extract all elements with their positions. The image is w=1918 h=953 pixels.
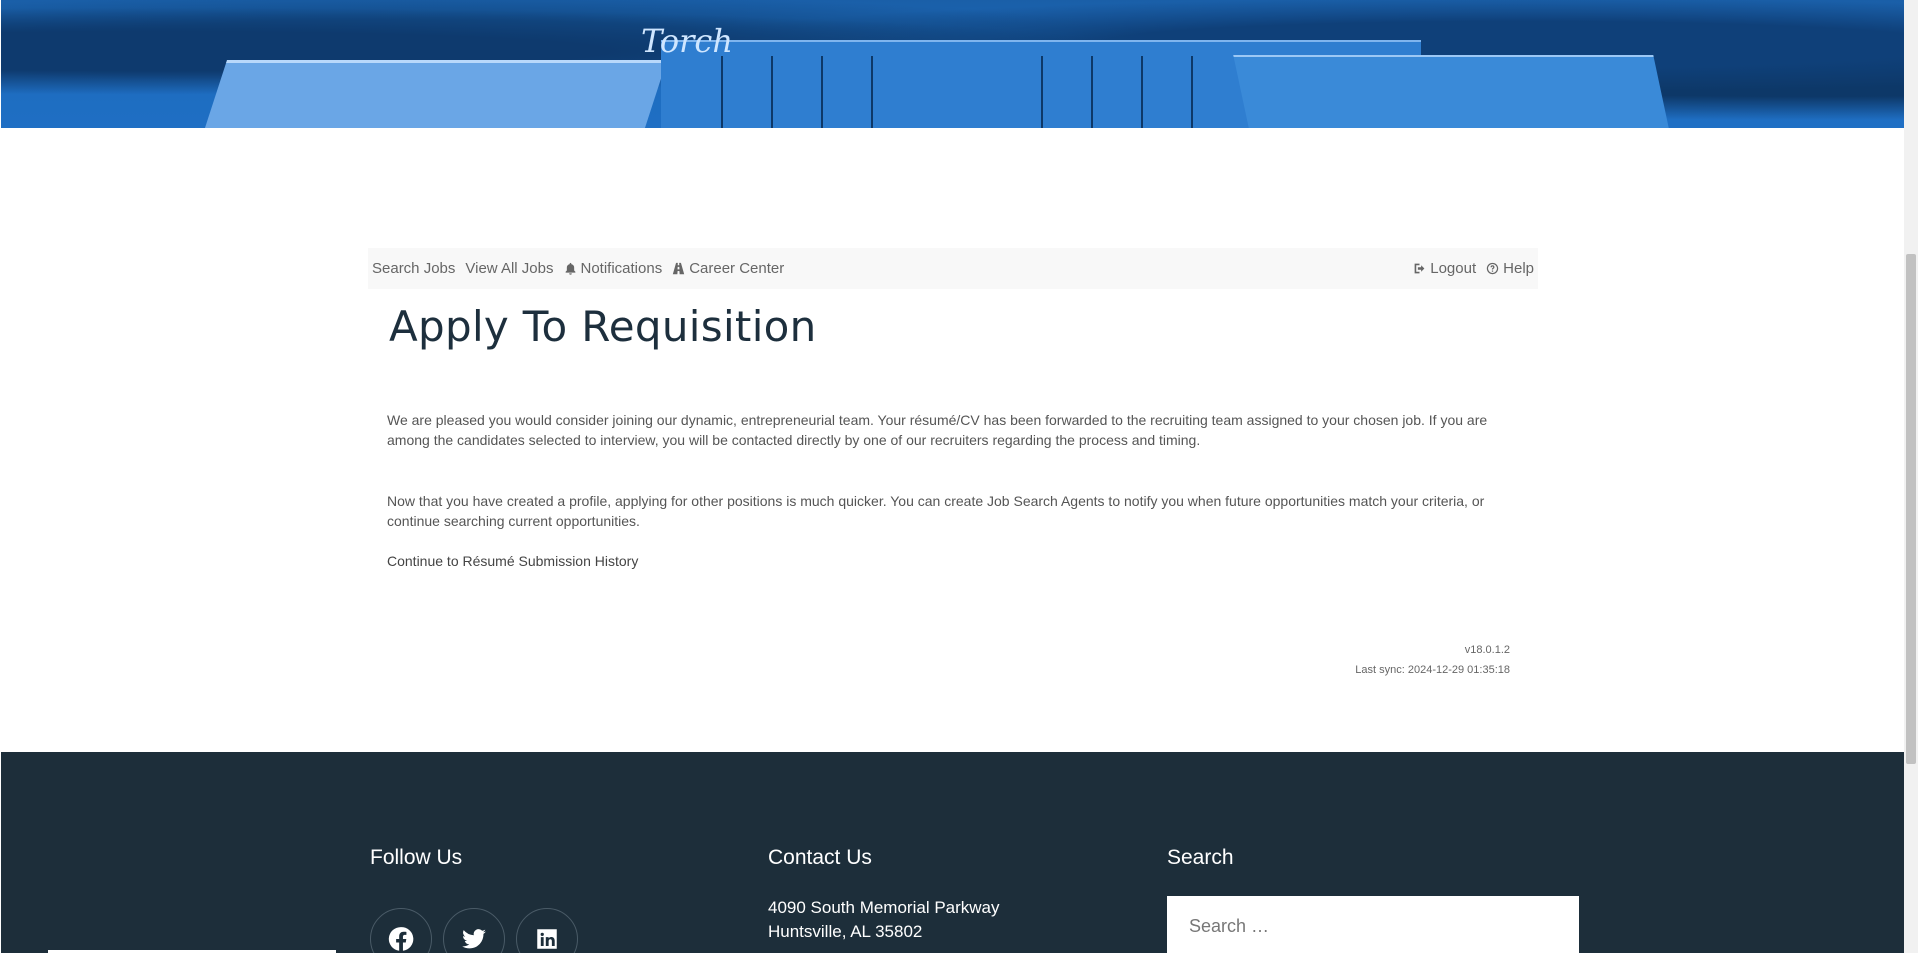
navbar-right: Logout Help <box>1413 260 1534 277</box>
contact-address: 4090 South Memorial Parkway Huntsville, … <box>768 896 1000 944</box>
question-circle-icon <box>1486 262 1499 275</box>
linkedin-icon <box>537 929 557 949</box>
nav-notifications[interactable]: Notifications <box>564 260 663 277</box>
page-title: Apply To Requisition <box>389 302 817 351</box>
nav-logout[interactable]: Logout <box>1413 260 1476 277</box>
version-info: v18.0.1.2 Last sync: 2024-12-29 01:35:18 <box>1355 640 1510 680</box>
address-line-2: Huntsville, AL 35802 <box>768 922 923 941</box>
hero-building-left <box>204 60 668 128</box>
top-navbar: Search Jobs View All Jobs Notifications … <box>368 248 1538 289</box>
nav-notifications-label: Notifications <box>580 260 663 277</box>
nav-help-label: Help <box>1503 260 1534 277</box>
last-sync-timestamp: Last sync: 2024-12-29 01:35:18 <box>1355 664 1510 676</box>
twitter-icon <box>462 929 486 949</box>
facebook-icon <box>388 927 414 951</box>
scrollbar-thumb[interactable] <box>1906 254 1916 764</box>
page: Torch Search Jobs View All Jobs Notifica… <box>0 0 1904 953</box>
nav-logout-label: Logout <box>1430 260 1477 277</box>
footer-search-input[interactable] <box>1167 896 1579 953</box>
follow-us-heading: Follow Us <box>370 846 463 869</box>
nav-view-all-jobs[interactable]: View All Jobs <box>465 260 553 277</box>
address-line-1: 4090 South Memorial Parkway <box>768 898 1000 917</box>
road-icon <box>673 262 685 275</box>
contact-us-heading: Contact Us <box>768 846 872 869</box>
nav-search-jobs[interactable]: Search Jobs <box>372 260 455 277</box>
nav-help[interactable]: Help <box>1486 260 1534 277</box>
hero-building-sign: Torch <box>641 22 733 60</box>
continue-submission-history-link[interactable]: Continue to Résumé Submission History <box>387 553 638 569</box>
nav-view-all-jobs-label: View All Jobs <box>465 260 554 277</box>
nav-search-jobs-label: Search Jobs <box>372 260 456 277</box>
hero-building-right <box>1233 55 1669 128</box>
navbar-left: Search Jobs View All Jobs Notifications … <box>372 260 784 277</box>
version-number: v18.0.1.2 <box>1464 644 1510 656</box>
sign-out-icon <box>1414 263 1425 274</box>
confirmation-paragraph: We are pleased you would consider joinin… <box>387 412 1488 448</box>
bell-icon <box>565 262 575 275</box>
nav-career-center-label: Career Center <box>689 260 785 277</box>
nav-career-center[interactable]: Career Center <box>672 260 784 277</box>
footer-search-heading: Search <box>1167 846 1234 869</box>
hero-banner-image: Torch <box>1 0 1904 128</box>
profile-info-paragraph: Now that you have created a profile, app… <box>387 493 1485 529</box>
